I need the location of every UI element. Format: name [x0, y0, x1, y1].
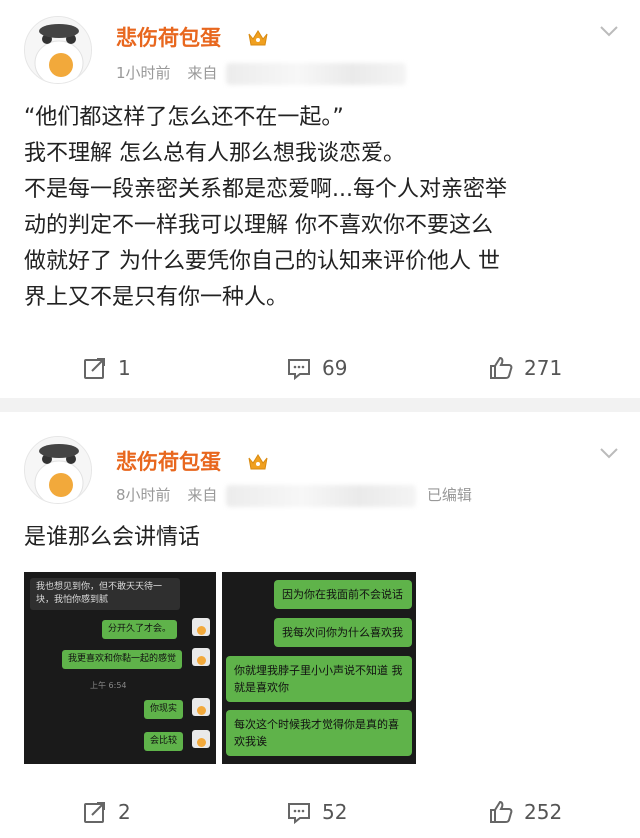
- egg-avatar-image: [25, 17, 91, 83]
- egg-avatar-image: [25, 437, 91, 503]
- chevron-down-icon[interactable]: [598, 24, 620, 38]
- like-button[interactable]: 252: [488, 792, 562, 832]
- chat-avatar: [192, 698, 210, 716]
- crown-badge-icon: [248, 454, 268, 470]
- chat-avatar: [192, 618, 210, 636]
- action-bar: 2 52 252: [0, 792, 640, 832]
- post-time: 1小时前: [116, 64, 171, 82]
- chat-bubble: 你就埋我脖子里小小声说不知道 我就是喜欢你: [226, 656, 412, 702]
- chat-screenshot-1[interactable]: 我也想见到你，但不敢天天待一块，我怕你感到腻 分开久了才会。 我更喜欢和你黏一起…: [24, 572, 216, 764]
- crown-badge-icon: [248, 30, 268, 46]
- chat-avatar: [192, 648, 210, 666]
- repost-button[interactable]: 2: [82, 792, 131, 832]
- chat-time: 上午 6:54: [90, 681, 127, 690]
- repost-icon: [84, 802, 105, 823]
- chat-bubble: 你现实: [144, 700, 184, 719]
- blurred-source: [226, 484, 417, 507]
- post-meta: 8小时前 来自 已编辑: [116, 484, 472, 507]
- chat-screenshot-2[interactable]: 因为你在我面前不会说话 我每次问你为什么喜欢我 你就埋我脖子里小小声说不知道 我…: [222, 572, 416, 764]
- repost-count: 1: [118, 356, 131, 380]
- author-name[interactable]: 悲伤荷包蛋: [116, 22, 221, 52]
- chevron-down-icon[interactable]: [598, 446, 620, 460]
- source-label: 来自: [187, 64, 218, 82]
- text-line: 我不理解 怎么总有人那么想我谈恋爱。: [24, 141, 405, 166]
- chat-bubble: 会比较: [144, 732, 184, 751]
- chat-bubble: 我也想见到你，但不敢天天待一块，我怕你感到腻: [30, 578, 180, 610]
- comment-count: 69: [322, 356, 348, 380]
- avatar[interactable]: [24, 436, 92, 504]
- comment-count: 52: [322, 800, 348, 824]
- comment-button[interactable]: 52: [286, 792, 347, 832]
- comment-icon: [288, 803, 310, 825]
- author-name[interactable]: 悲伤荷包蛋: [116, 446, 221, 476]
- thumbs-up-icon: [490, 800, 513, 823]
- chat-bubble: 每次这个时候我才觉得你是真的喜欢我诶: [226, 710, 412, 756]
- chat-bubble: 因为你在我面前不会说话: [274, 580, 412, 609]
- avatar[interactable]: [24, 16, 92, 84]
- weibo-post-1: 悲伤荷包蛋 1小时前 来自 “他们都这样了怎么还不在一起。” 我不理解 怎么总有…: [0, 0, 640, 398]
- like-button[interactable]: 271: [488, 348, 562, 388]
- text-line: “他们都这样了怎么还不在一起。”: [24, 105, 344, 130]
- post-divider: [0, 398, 640, 412]
- post-text: “他们都这样了怎么还不在一起。” 我不理解 怎么总有人那么想我谈恋爱。 不是每一…: [24, 100, 624, 316]
- thumbs-up-icon: [490, 356, 513, 379]
- chat-bubble: 分开久了才会。: [102, 620, 178, 639]
- text-line: 动的判定不一样我可以理解 你不喜欢你不要这么: [24, 213, 493, 238]
- text-line: 界上又不是只有你一种人。: [24, 285, 289, 310]
- weibo-post-2: 悲伤荷包蛋 8小时前 来自 已编辑 是谁那么会讲情话 我也想见到你，但不敢天天待…: [0, 412, 640, 838]
- comment-button[interactable]: 69: [286, 348, 347, 388]
- chat-bubble: 我更喜欢和你黏一起的感觉: [62, 650, 183, 669]
- like-count: 271: [524, 356, 563, 380]
- source-label: 来自: [187, 486, 218, 504]
- post-text: 是谁那么会讲情话: [24, 525, 201, 550]
- text-line: 不是每一段亲密关系都是恋爱啊...每个人对亲密举: [24, 177, 507, 202]
- post-meta: 1小时前 来自: [116, 62, 407, 85]
- repost-count: 2: [118, 800, 131, 824]
- action-bar: 1 69 271: [0, 348, 640, 388]
- post-time: 8小时前: [116, 486, 171, 504]
- like-count: 252: [524, 800, 563, 824]
- chat-bubble: 我每次问你为什么喜欢我: [274, 618, 412, 647]
- chat-avatar: [192, 730, 210, 748]
- repost-button[interactable]: 1: [82, 348, 131, 388]
- comment-icon: [288, 359, 310, 381]
- edited-label: 已编辑: [426, 486, 472, 504]
- text-line: 做就好了 为什么要凭你自己的认知来评价他人 世: [24, 249, 500, 274]
- repost-icon: [84, 358, 105, 379]
- blurred-source: [226, 62, 407, 85]
